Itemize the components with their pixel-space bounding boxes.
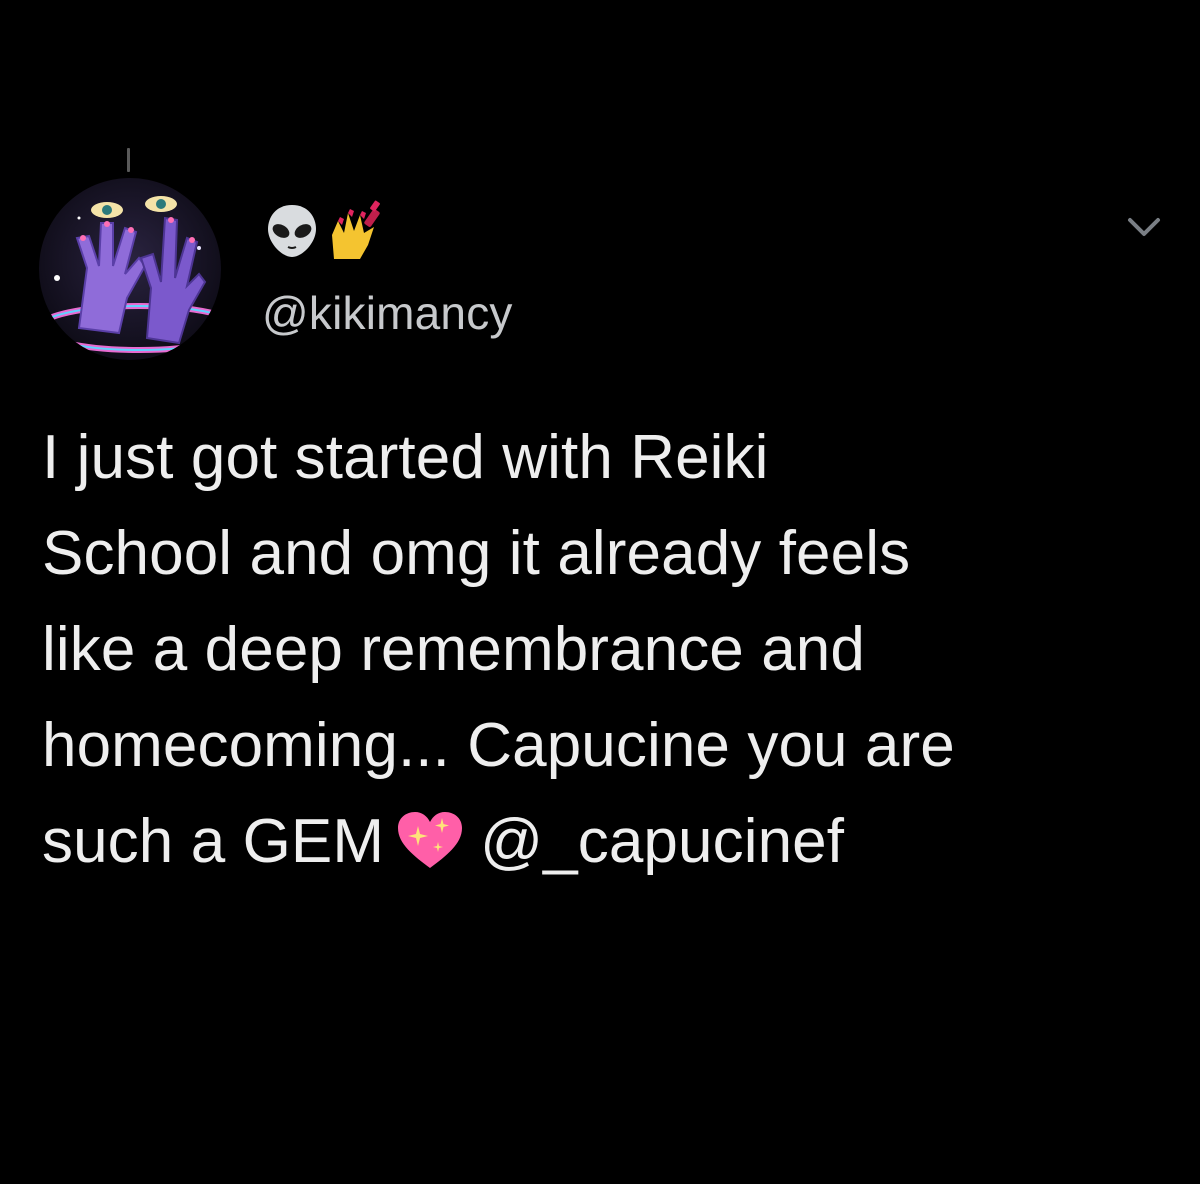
display-name[interactable] xyxy=(262,196,388,266)
thread-connector-line xyxy=(127,148,130,172)
nail-polish-icon xyxy=(324,199,388,263)
sparkling-heart-icon xyxy=(394,804,466,868)
tweet-line: School and omg it already feels xyxy=(42,519,911,588)
alien-icon xyxy=(262,201,322,261)
chevron-down-icon[interactable] xyxy=(1124,212,1164,242)
tweet-screenshot: @kikimancy I just got started with Reiki… xyxy=(0,0,1200,1184)
tweet-line: like a deep remembrance and xyxy=(42,615,865,684)
tweet-line-last: such a GEM @_capucinef xyxy=(42,794,1162,890)
avatar-image xyxy=(39,178,221,360)
avatar[interactable] xyxy=(39,178,221,360)
tweet-body: I just got started with Reiki School and… xyxy=(42,410,1162,890)
user-handle[interactable]: @kikimancy xyxy=(262,286,513,340)
tweet-line: homecoming... Capucine you are xyxy=(42,711,955,780)
tweet-text-fragment: such a GEM xyxy=(42,807,385,876)
mention-link[interactable]: @_capucinef xyxy=(480,807,844,876)
tweet-line: I just got started with Reiki xyxy=(42,423,769,492)
